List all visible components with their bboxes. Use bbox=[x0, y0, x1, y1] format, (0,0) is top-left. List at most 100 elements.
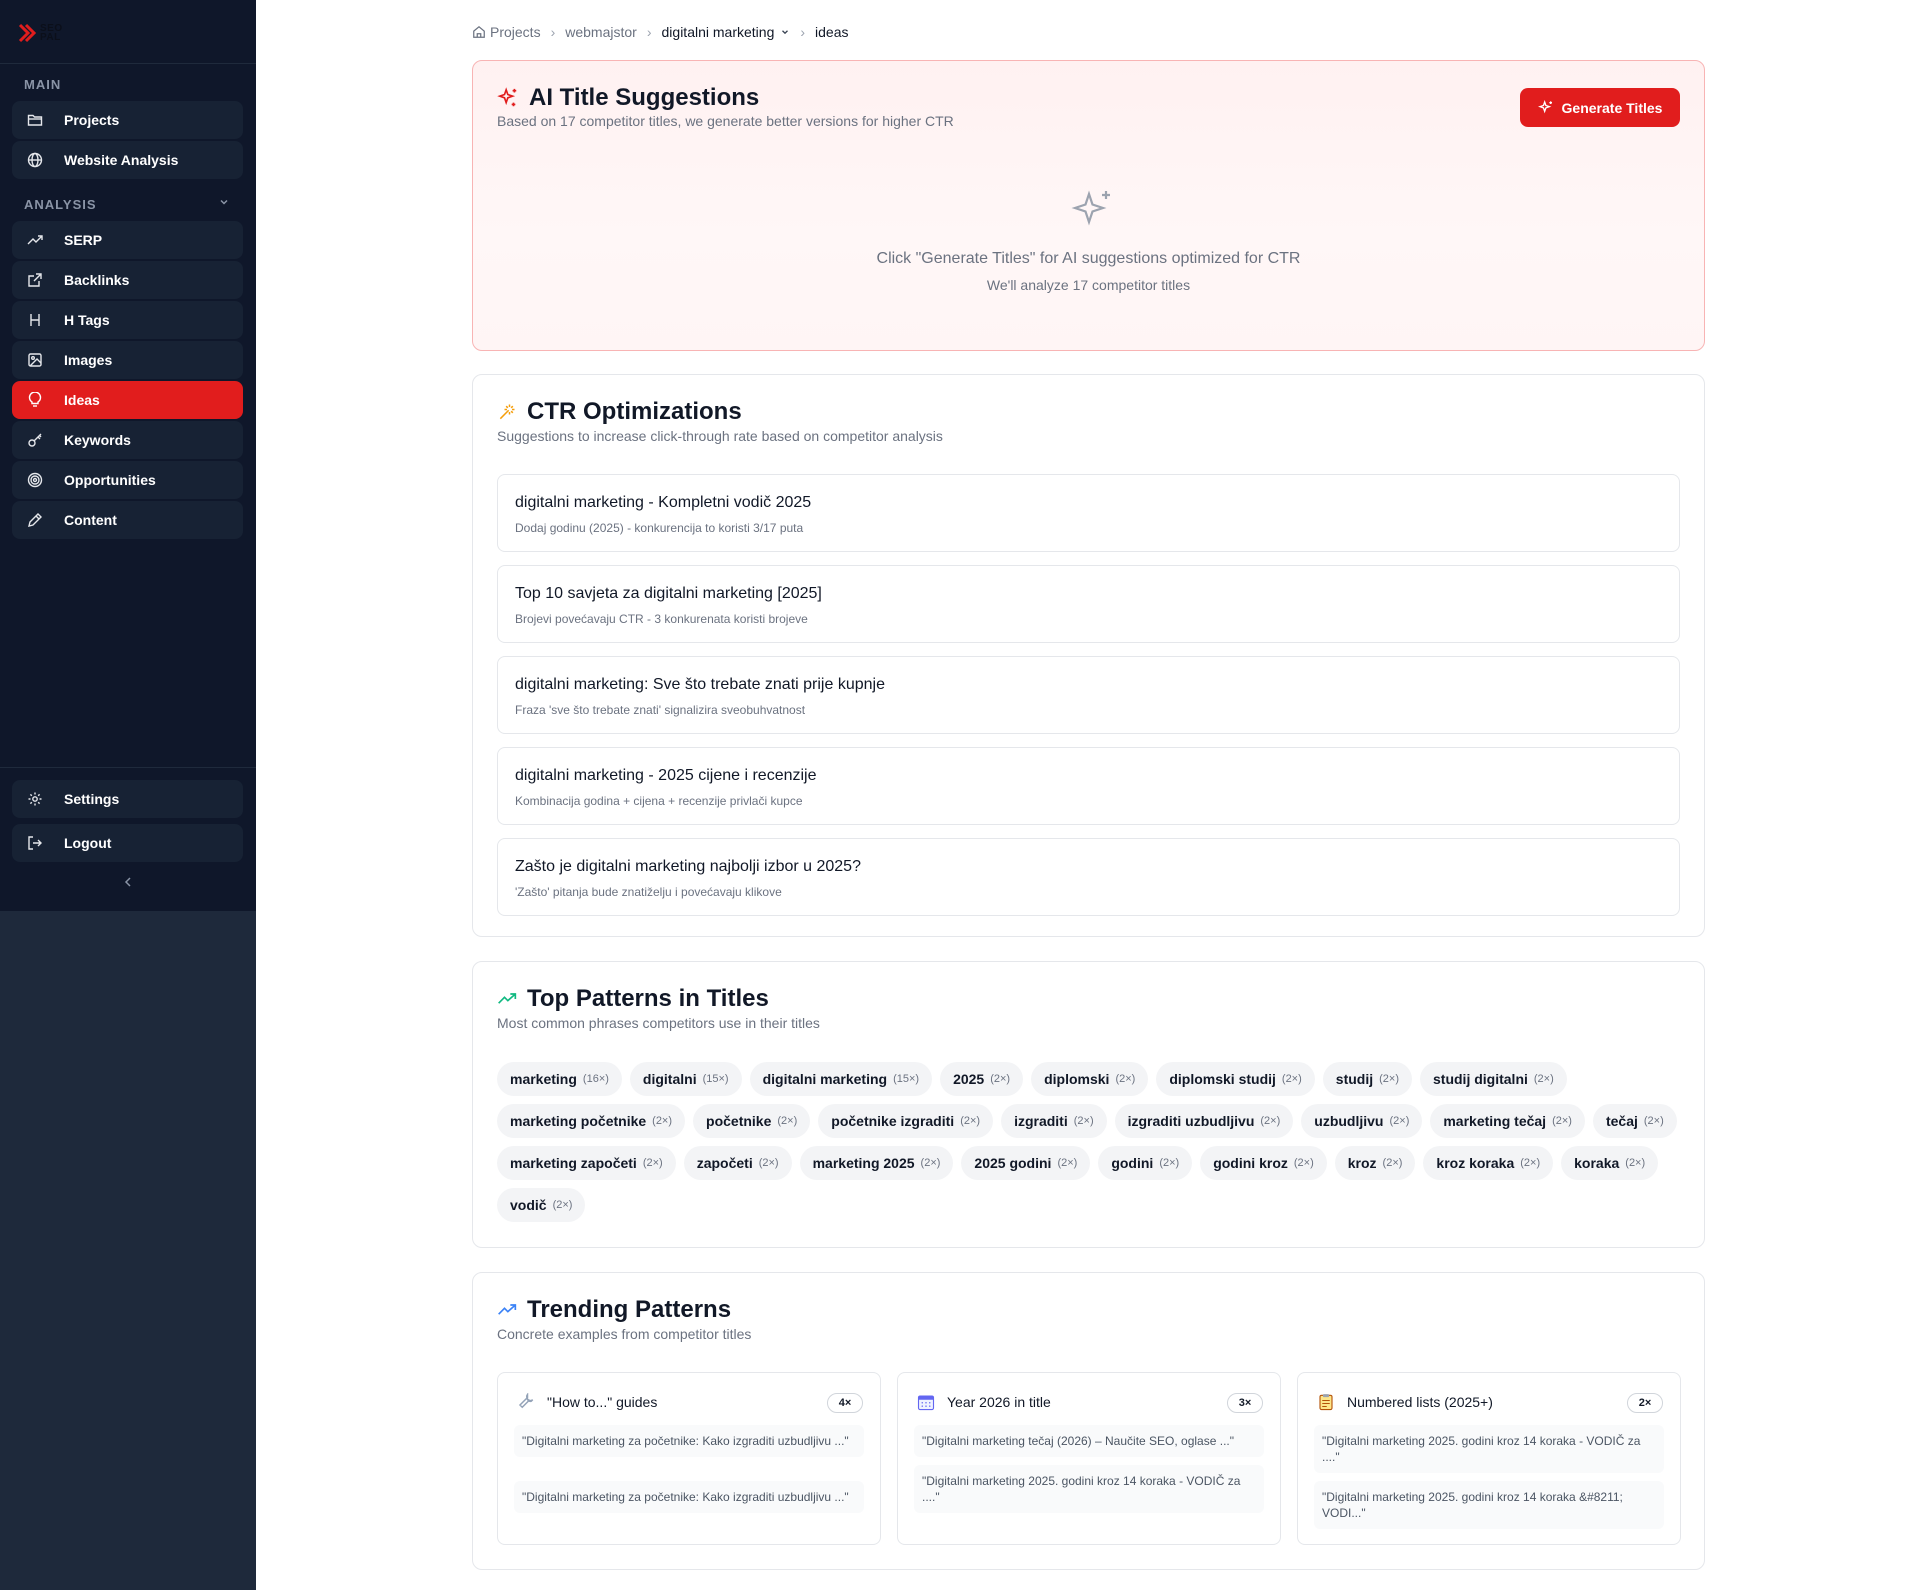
trending-patterns-card: Trending Patterns Concrete examples from… bbox=[472, 1272, 1705, 1570]
pattern-tag-count: (2×) bbox=[1057, 1157, 1078, 1169]
sidebar-item-backlinks[interactable]: Backlinks bbox=[12, 261, 243, 299]
ctr-optimizations-card: CTR Optimizations Suggestions to increas… bbox=[472, 374, 1705, 937]
ctr-suggestion[interactable]: Zašto je digitalni marketing najbolji iz… bbox=[497, 838, 1680, 916]
logo[interactable]: SEO PAL bbox=[18, 18, 78, 48]
pattern-tag[interactable]: marketing (16×) bbox=[497, 1062, 622, 1096]
sidebar-item-logout[interactable]: Logout bbox=[12, 824, 243, 862]
home-icon[interactable] bbox=[472, 25, 486, 39]
pattern-tag-count: (2×) bbox=[1281, 1073, 1302, 1085]
card-subtitle: Concrete examples from competitor titles bbox=[497, 1326, 752, 1342]
ctr-suggestion-title: digitalni marketing: Sve što trebate zna… bbox=[515, 676, 885, 693]
sidebar-item-serp[interactable]: SERP bbox=[12, 221, 243, 259]
chevron-right-icon: › bbox=[646, 24, 652, 40]
trend-group[interactable]: "How to..." guides 4× "Digitalni marketi… bbox=[497, 1372, 881, 1545]
ctr-suggestion-desc: Brojevi povećavaju CTR - 3 konkurenata k… bbox=[515, 612, 808, 626]
pattern-tag-label: koraka bbox=[1574, 1155, 1620, 1171]
pattern-tag[interactable]: koraka (2×) bbox=[1561, 1146, 1659, 1180]
image-icon bbox=[26, 351, 44, 369]
pattern-tag[interactable]: studij digitalni (2×) bbox=[1420, 1062, 1567, 1096]
sidebar-item-images[interactable]: Images bbox=[12, 341, 243, 379]
pattern-tag[interactable]: diplomski (2×) bbox=[1031, 1062, 1149, 1096]
pattern-tag[interactable]: digitalni marketing (15×) bbox=[749, 1062, 933, 1096]
pattern-tag-count: (2×) bbox=[1625, 1157, 1646, 1169]
heading-icon bbox=[26, 311, 44, 329]
pattern-tag[interactable]: izgraditi uzbudljivu (2×) bbox=[1114, 1104, 1294, 1138]
key-icon bbox=[26, 431, 44, 449]
pattern-tag-label: marketing tečaj bbox=[1443, 1113, 1547, 1129]
pattern-tag-label: marketing bbox=[510, 1071, 577, 1087]
pattern-tag[interactable]: marketing tečaj (2×) bbox=[1430, 1104, 1585, 1138]
sidebar-item-website-analysis[interactable]: Website Analysis bbox=[12, 141, 243, 179]
pattern-tag[interactable]: 2025 godini (2×) bbox=[961, 1146, 1091, 1180]
sidebar-item-label: SERP bbox=[64, 232, 103, 248]
ctr-suggestion[interactable]: digitalni marketing - 2025 cijene i rece… bbox=[497, 747, 1680, 825]
pattern-tag[interactable]: kroz koraka (2×) bbox=[1423, 1146, 1554, 1180]
pattern-tag-count: (2×) bbox=[777, 1115, 798, 1127]
pattern-tag[interactable]: godini kroz (2×) bbox=[1200, 1146, 1327, 1180]
clipboard-icon bbox=[1319, 1394, 1333, 1411]
pattern-tag[interactable]: marketing početnike (2×) bbox=[497, 1104, 686, 1138]
chevron-right-icon: › bbox=[550, 24, 556, 40]
breadcrumb: Projects › webmajstor › digitalni market… bbox=[472, 24, 849, 40]
pattern-tag[interactable]: započeti (2×) bbox=[683, 1146, 792, 1180]
pattern-tag[interactable]: tečaj (2×) bbox=[1592, 1104, 1677, 1138]
ctr-suggestion-desc: Dodaj godinu (2025) - konkurencija to ko… bbox=[515, 521, 804, 535]
pattern-tag-count: (2×) bbox=[920, 1157, 941, 1169]
sidebar-item-opportunities[interactable]: Opportunities bbox=[12, 461, 243, 499]
collapse-sidebar-icon[interactable] bbox=[120, 874, 136, 890]
generate-titles-button[interactable]: Generate Titles bbox=[1520, 88, 1680, 127]
trend-example: "Digitalni marketing za početnike: Kako … bbox=[514, 1481, 864, 1513]
pattern-tag[interactable]: marketing započeti (2×) bbox=[497, 1146, 676, 1180]
sidebar-item-content[interactable]: Content bbox=[12, 501, 243, 539]
pattern-tag-count: (2×) bbox=[1073, 1115, 1094, 1127]
pattern-tag[interactable]: 2025 (2×) bbox=[940, 1062, 1024, 1096]
pattern-tag-label: 2025 bbox=[953, 1071, 985, 1087]
sidebar-item-settings[interactable]: Settings bbox=[12, 780, 243, 818]
pattern-tag[interactable]: početnike (2×) bbox=[693, 1104, 811, 1138]
wrench-icon bbox=[518, 1393, 534, 1409]
trend-example: "Digitalni marketing tečaj (2026) – Nauč… bbox=[914, 1425, 1264, 1457]
pattern-tag[interactable]: diplomski studij (2×) bbox=[1156, 1062, 1315, 1096]
sidebar-item-ideas[interactable]: Ideas bbox=[12, 381, 243, 419]
breadcrumb-keyword[interactable]: digitalni marketing bbox=[662, 24, 775, 40]
sidebar-item-keywords[interactable]: Keywords bbox=[12, 421, 243, 459]
ctr-suggestion-desc: 'Zašto' pitanja bude znatiželju i poveća… bbox=[515, 885, 782, 899]
patterns-card-title-text: Top Patterns in Titles bbox=[527, 985, 769, 1012]
logo-text: SEO PAL bbox=[40, 24, 63, 43]
ctr-suggestion[interactable]: digitalni marketing: Sve što trebate zna… bbox=[497, 656, 1680, 734]
pattern-tag-label: digitalni bbox=[642, 1071, 697, 1087]
sidebar-item-h-tags[interactable]: H Tags bbox=[12, 301, 243, 339]
card-title: AI Title Suggestions bbox=[497, 84, 759, 112]
pattern-tag-label: digitalni marketing bbox=[762, 1071, 888, 1087]
ctr-suggestion[interactable]: digitalni marketing - Kompletni vodič 20… bbox=[497, 474, 1680, 552]
pattern-tag[interactable]: kroz (2×) bbox=[1334, 1146, 1416, 1180]
pattern-tag[interactable]: marketing 2025 (2×) bbox=[799, 1146, 954, 1180]
trend-group-header: Year 2026 in title bbox=[917, 1393, 1051, 1411]
pattern-tag[interactable]: uzbudljivu (2×) bbox=[1301, 1104, 1423, 1138]
pattern-tag[interactable]: studij (2×) bbox=[1322, 1062, 1412, 1096]
trend-example: "Digitalni marketing 2025. godini kroz 1… bbox=[914, 1465, 1264, 1513]
chevron-down-icon[interactable] bbox=[780, 27, 790, 37]
card-title: CTR Optimizations bbox=[497, 398, 742, 426]
sidebar-item-label: Logout bbox=[64, 835, 112, 851]
section-label-main: MAIN bbox=[24, 77, 62, 92]
pattern-tag-count: (15×) bbox=[893, 1073, 920, 1085]
breadcrumb-projects[interactable]: Projects bbox=[490, 24, 541, 40]
sidebar-item-projects[interactable]: Projects bbox=[12, 101, 243, 139]
pattern-tag-label: marketing 2025 bbox=[812, 1155, 915, 1171]
chevron-down-icon[interactable] bbox=[218, 196, 230, 208]
pattern-tag[interactable]: izgraditi (2×) bbox=[1001, 1104, 1107, 1138]
pattern-tag-count: (2×) bbox=[1115, 1073, 1136, 1085]
pattern-tag-count: (2×) bbox=[758, 1157, 779, 1169]
ctr-suggestion[interactable]: Top 10 savjeta za digitalni marketing [2… bbox=[497, 565, 1680, 643]
pattern-tag[interactable]: vodič (2×) bbox=[497, 1188, 586, 1222]
trend-group[interactable]: Year 2026 in title 3× "Digitalni marketi… bbox=[897, 1372, 1281, 1545]
trend-group[interactable]: Numbered lists (2025+) 2× "Digitalni mar… bbox=[1297, 1372, 1681, 1545]
globe-icon bbox=[26, 151, 44, 169]
pattern-tag[interactable]: digitalni (15×) bbox=[629, 1062, 742, 1096]
pattern-tag[interactable]: godini (2×) bbox=[1098, 1146, 1193, 1180]
breadcrumb-project[interactable]: webmajstor bbox=[565, 24, 637, 40]
pattern-tag[interactable]: početnike izgraditi (2×) bbox=[818, 1104, 994, 1138]
logout-icon bbox=[26, 834, 44, 852]
count-badge: 2× bbox=[1627, 1393, 1663, 1413]
